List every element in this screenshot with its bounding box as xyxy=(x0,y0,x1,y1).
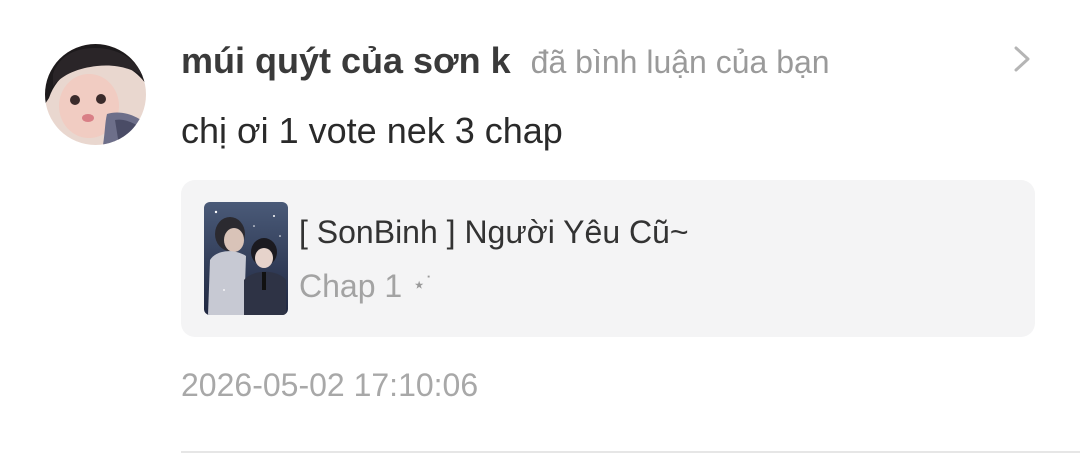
chapter-info: Chap 1 ⋆˙ xyxy=(299,268,433,305)
notification-header: múi quýt của sơn k đã bình luận của bạn xyxy=(181,40,830,84)
timestamp: 2026-05-02 17:10:06 xyxy=(181,367,479,403)
action-text: đã bình luận của bạn xyxy=(530,44,830,80)
username-link[interactable]: múi quýt của sơn k xyxy=(181,40,511,82)
story-cover-image xyxy=(204,202,288,315)
comment-notification-item[interactable]: múi quýt của sơn k đã bình luận của bạn … xyxy=(0,0,1080,464)
comment-text: chị ơi 1 vote nek 3 chap xyxy=(181,110,563,151)
user-avatar[interactable] xyxy=(45,44,146,145)
chapter-label: Chap 1 xyxy=(299,268,403,304)
story-title: [ SonBinh ] Người Yêu Cũ~ xyxy=(299,214,689,250)
chevron-right-icon[interactable] xyxy=(1010,44,1034,74)
chapter-suffix: ⋆˙ xyxy=(412,271,434,297)
divider xyxy=(181,451,1080,453)
avatar-image xyxy=(45,44,146,145)
story-card[interactable]: [ SonBinh ] Người Yêu Cũ~ Chap 1 ⋆˙ xyxy=(181,180,1035,337)
